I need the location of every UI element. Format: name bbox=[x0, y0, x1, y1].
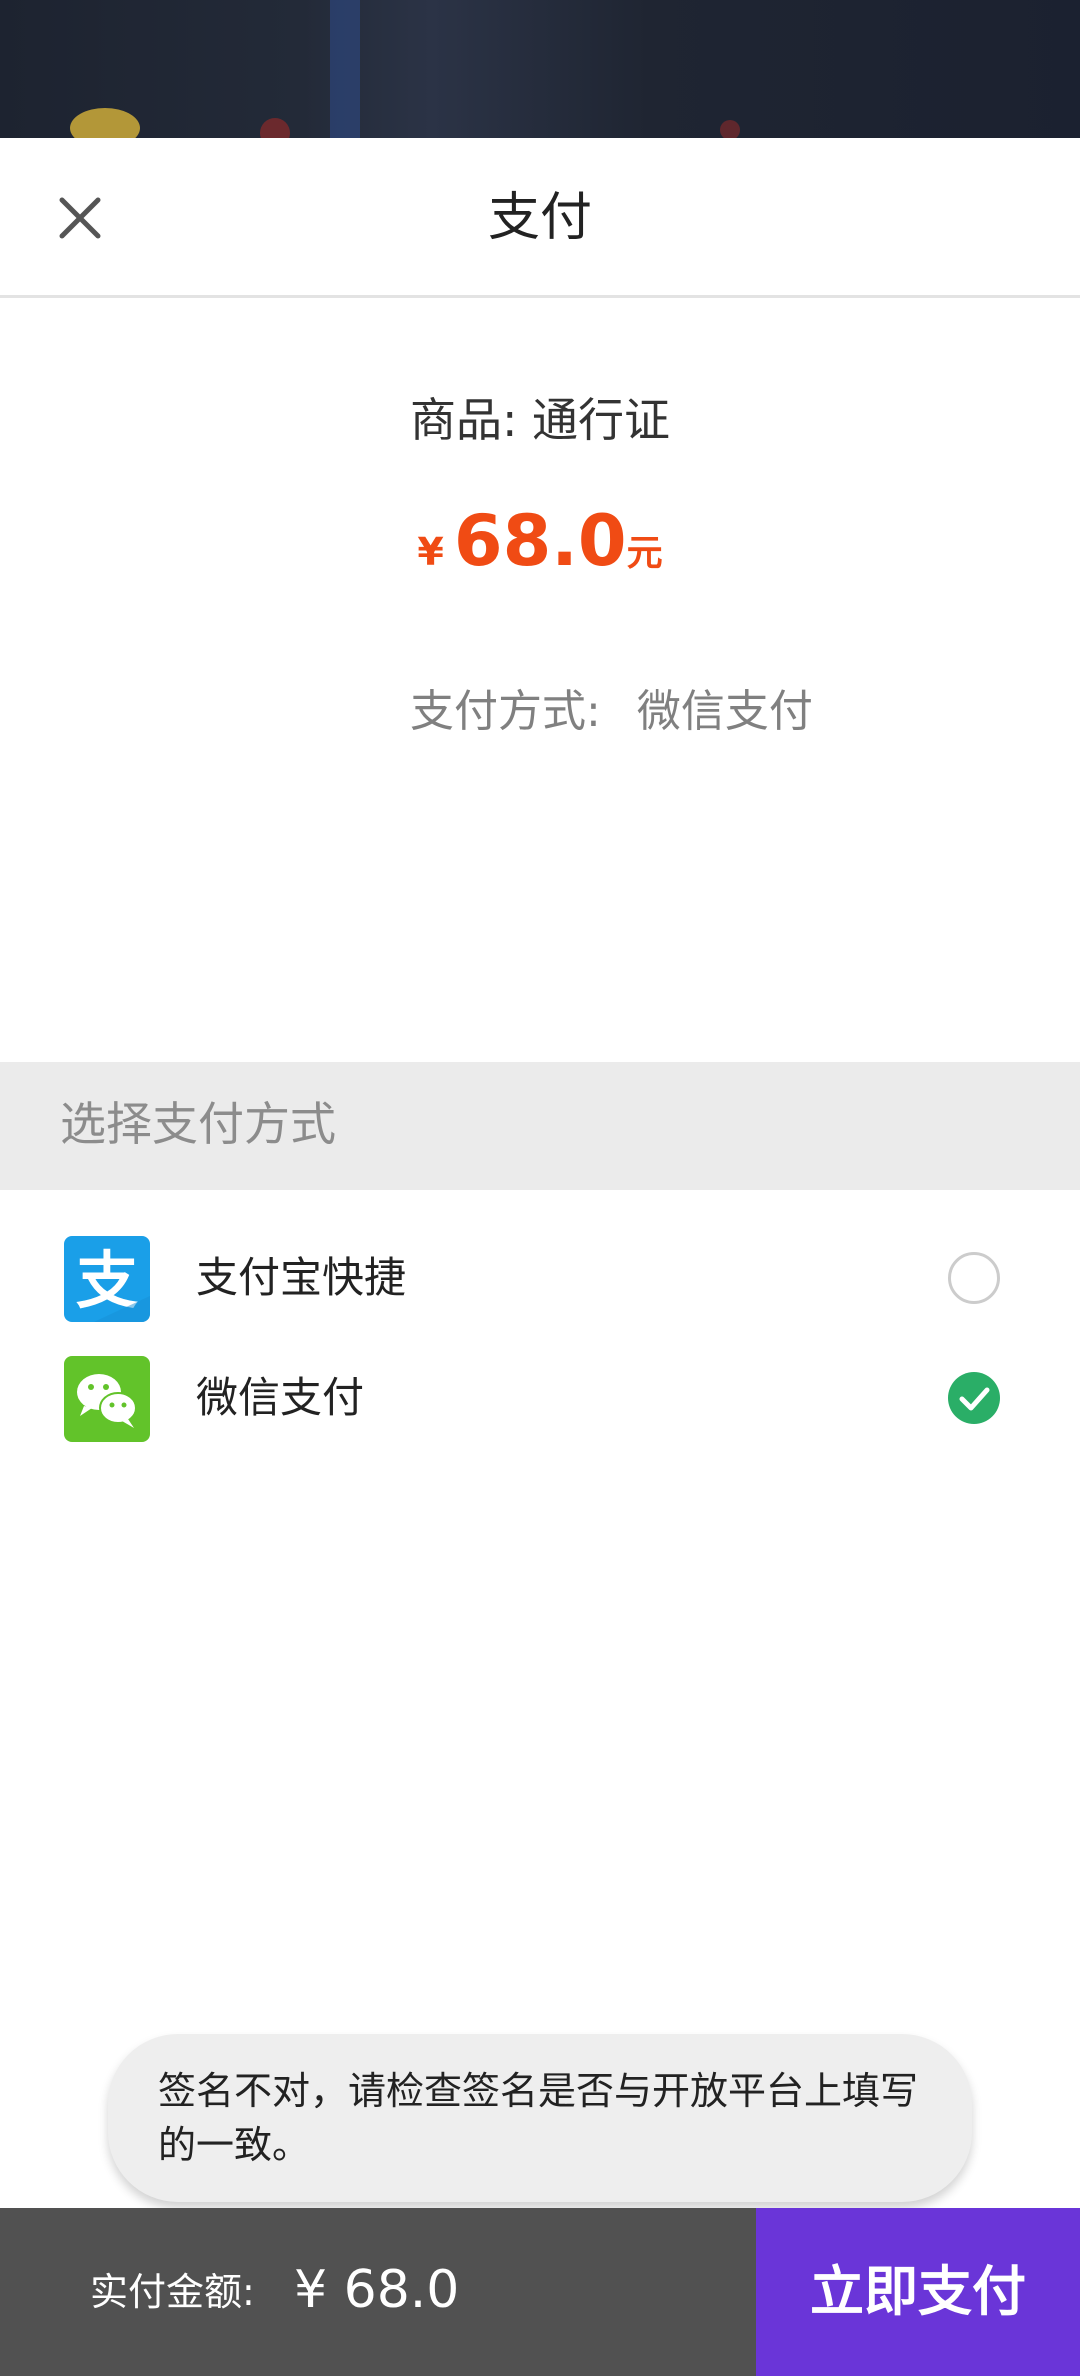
radio-selected[interactable] bbox=[948, 1372, 1000, 1424]
page-title: 支付 bbox=[487, 188, 592, 248]
payment-option-label: 支付宝快捷 bbox=[196, 1253, 407, 1302]
payment-method-label: 支付方式: bbox=[410, 686, 601, 737]
pay-now-button[interactable]: 立即支付 bbox=[756, 2208, 1080, 2376]
total-value: ¥ 68.0 bbox=[294, 2260, 460, 2320]
bottom-bar: 实付金额: ¥ 68.0 立即支付 bbox=[0, 2208, 1080, 2376]
background-decoration bbox=[720, 120, 740, 138]
payment-option-wechat[interactable]: 微信支付 bbox=[0, 1346, 1080, 1464]
payment-option-alipay[interactable]: 支 支付宝快捷 bbox=[0, 1226, 1080, 1344]
background-decoration bbox=[330, 0, 360, 138]
checkmark-icon bbox=[948, 1372, 1000, 1424]
total-area: 实付金额: ¥ 68.0 bbox=[0, 2208, 756, 2376]
price-unit: 元 bbox=[626, 533, 663, 574]
price-amount: 68.0 bbox=[453, 500, 627, 582]
current-payment-method: 支付方式: 微信支付 bbox=[410, 680, 813, 744]
wechat-icon bbox=[64, 1356, 150, 1442]
price-display: ¥68.0元 bbox=[0, 496, 1080, 605]
payment-screen: 支付 商品: 通行证 ¥68.0元 支付方式: 微信支付 选择支付方式 支 支付宝… bbox=[0, 0, 1080, 2376]
payment-method-value: 微信支付 bbox=[636, 686, 813, 737]
select-method-title: 选择支付方式 bbox=[60, 1097, 336, 1151]
radio-unselected[interactable] bbox=[948, 1252, 1000, 1304]
select-method-header: 选择支付方式 bbox=[0, 1062, 1080, 1190]
alipay-icon: 支 bbox=[64, 1236, 150, 1322]
payment-option-label: 微信支付 bbox=[196, 1373, 365, 1422]
background-decoration bbox=[260, 118, 290, 138]
background-content bbox=[0, 0, 1080, 138]
payment-sheet: 支付 商品: 通行证 ¥68.0元 支付方式: 微信支付 选择支付方式 支 支付宝… bbox=[0, 138, 1080, 2376]
sheet-header: 支付 bbox=[0, 138, 1080, 298]
product-name: 商品: 通行证 bbox=[409, 393, 671, 447]
currency-symbol: ¥ bbox=[417, 530, 444, 574]
error-toast: 签名不对，请检查签名是否与开放平台上填写的一致。 bbox=[108, 2034, 972, 2202]
total-label: 实付金额: bbox=[90, 2270, 255, 2314]
background-decoration bbox=[70, 108, 140, 138]
